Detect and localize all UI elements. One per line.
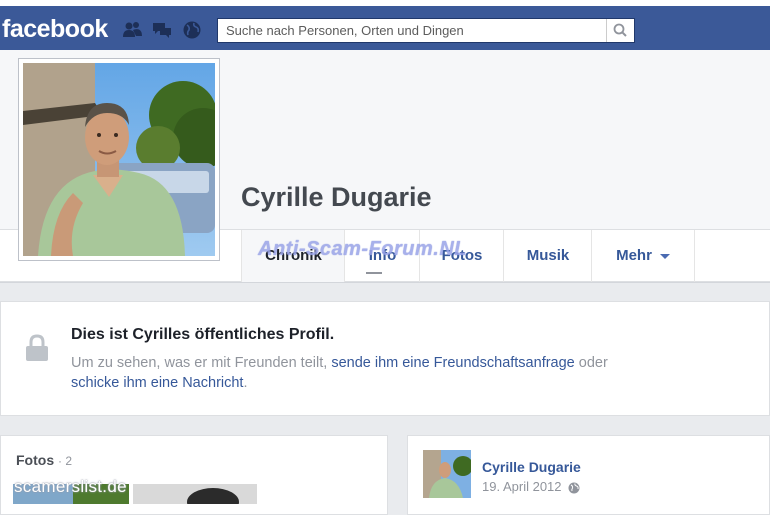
facebook-logo[interactable]: facebook xyxy=(2,15,108,44)
messages-icon[interactable] xyxy=(151,20,173,40)
tab-label: Musik xyxy=(526,247,570,264)
photo-thumbnail[interactable] xyxy=(133,484,257,504)
notifications-globe-icon[interactable] xyxy=(181,20,203,40)
tab-label: Mehr xyxy=(616,247,652,264)
photos-count: · 2 xyxy=(58,454,73,468)
post-author-name[interactable]: Cyrille Dugarie xyxy=(482,459,581,475)
search-input[interactable] xyxy=(218,19,606,42)
send-message-link[interactable]: schicke ihm eine Nachricht xyxy=(71,375,243,391)
search-box[interactable] xyxy=(217,18,635,43)
public-profile-notice: Dies ist Cyrilles öffentliches Profil. U… xyxy=(0,301,770,416)
notice-title: Dies ist Cyrilles öffentliches Profil. xyxy=(71,326,335,343)
tab-mehr[interactable]: Mehr xyxy=(591,230,695,282)
profile-photo xyxy=(23,63,215,256)
public-globe-icon xyxy=(568,482,580,494)
watermark-text: Anti-Scam-Forum.NL xyxy=(258,238,467,260)
notice-text-part: . xyxy=(243,375,248,391)
friends-icon[interactable] xyxy=(121,20,143,40)
lock-icon xyxy=(26,334,48,361)
timeline-post-card: Cyrille Dugarie 19. April 2012 xyxy=(407,435,770,515)
tab-musik[interactable]: Musik xyxy=(503,230,592,282)
post-author-avatar[interactable] xyxy=(423,450,471,498)
profile-name: Cyrille Dugarie xyxy=(241,182,432,212)
notice-text: Um zu sehen, was er mit Freunden teilt, … xyxy=(71,353,711,393)
post-date-text: 19. April 2012 xyxy=(482,479,562,494)
notice-text-part: oder xyxy=(574,355,608,371)
search-button[interactable] xyxy=(606,19,634,42)
post-date[interactable]: 19. April 2012 xyxy=(482,479,580,494)
tab-underline xyxy=(366,272,382,274)
top-navigation-bar: facebook xyxy=(0,6,770,50)
photos-title[interactable]: Fotos · 2 xyxy=(16,452,72,468)
search-icon xyxy=(613,23,627,37)
corner-watermark-text: scamerslist.de xyxy=(14,477,127,496)
chevron-down-icon xyxy=(659,253,670,259)
send-friend-request-link[interactable]: sende ihm eine Freundschaftsanfrage xyxy=(331,355,574,371)
photos-title-label: Fotos xyxy=(16,452,55,468)
photos-card: Fotos · 2 xyxy=(0,435,388,515)
notice-text-part: Um zu sehen, was er mit Freunden teilt, xyxy=(71,355,332,371)
profile-picture[interactable] xyxy=(18,58,220,261)
